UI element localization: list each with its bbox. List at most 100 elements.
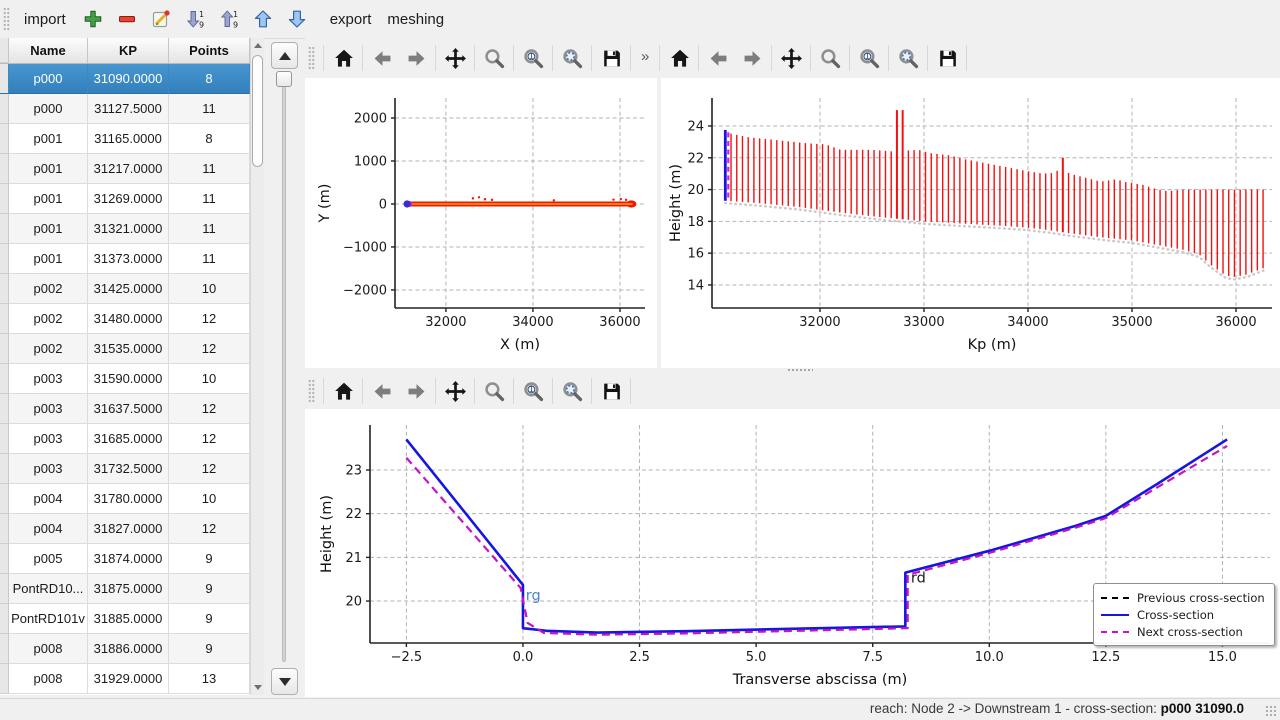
cell-name[interactable]: p001 xyxy=(9,154,88,184)
meshing-button[interactable]: meshing xyxy=(379,6,452,33)
table-row[interactable]: p00431827.000012 xyxy=(0,514,250,544)
zoom-button[interactable] xyxy=(477,43,511,73)
back-button[interactable] xyxy=(365,43,399,73)
cell-points[interactable]: 12 xyxy=(169,304,250,334)
cell-kp[interactable]: 31875.0000 xyxy=(88,574,169,604)
cell-kp[interactable]: 31373.0000 xyxy=(88,244,169,274)
remove-cross-section-button[interactable] xyxy=(112,4,142,34)
cell-name[interactable]: p000 xyxy=(9,64,88,94)
cell-kp[interactable]: 31874.0000 xyxy=(88,544,169,574)
cell-name[interactable]: p001 xyxy=(9,124,88,154)
row-header[interactable] xyxy=(0,514,9,544)
column-header-name[interactable]: Name xyxy=(9,38,88,63)
row-header[interactable] xyxy=(0,304,9,334)
cell-name[interactable]: p008 xyxy=(9,664,88,694)
row-header[interactable] xyxy=(0,184,9,214)
row-header[interactable] xyxy=(0,214,9,244)
save-button[interactable] xyxy=(594,376,628,406)
cell-name[interactable]: p002 xyxy=(9,304,88,334)
column-header-points[interactable]: Points xyxy=(169,38,250,63)
cell-name[interactable]: p004 xyxy=(9,484,88,514)
cell-kp[interactable]: 31732.5000 xyxy=(88,454,169,484)
export-button[interactable]: export xyxy=(322,6,380,33)
cross-section-plot[interactable]: −2.50.02.55.07.510.012.515.020212223Tran… xyxy=(305,409,1280,697)
zoom-rect-button[interactable] xyxy=(891,43,925,73)
splitter-handle[interactable] xyxy=(787,368,813,372)
forward-button[interactable] xyxy=(735,43,769,73)
zoom-original-button[interactable]: 1 xyxy=(516,376,550,406)
cell-points[interactable]: 13 xyxy=(169,664,250,694)
row-header[interactable] xyxy=(0,244,9,274)
table-row[interactable]: p00331637.500012 xyxy=(0,394,250,424)
cell-points[interactable]: 11 xyxy=(169,154,250,184)
row-header[interactable] xyxy=(0,484,9,514)
toolbar-grip[interactable] xyxy=(308,379,315,403)
forward-button[interactable] xyxy=(399,376,433,406)
table-row[interactable]: p00531874.00009 xyxy=(0,544,250,574)
table-row[interactable]: p00131321.000011 xyxy=(0,214,250,244)
cell-points[interactable]: 9 xyxy=(169,604,250,634)
table-row[interactable]: p00331685.000012 xyxy=(0,424,250,454)
next-section-button[interactable] xyxy=(271,668,298,695)
toolbar-grip[interactable] xyxy=(308,46,315,70)
cell-name[interactable]: p001 xyxy=(9,184,88,214)
move-down-button[interactable] xyxy=(282,4,312,34)
cell-name[interactable]: p002 xyxy=(9,334,88,364)
cell-points[interactable]: 12 xyxy=(169,514,250,544)
cell-points[interactable]: 10 xyxy=(169,274,250,304)
longitudinal-profile-plot[interactable]: 3200033000340003500036000141618202224Kp … xyxy=(661,78,1280,368)
table-row[interactable]: p00231425.000010 xyxy=(0,274,250,304)
cell-name[interactable]: p008 xyxy=(9,634,88,664)
cell-kp[interactable]: 31780.0000 xyxy=(88,484,169,514)
cell-kp[interactable]: 31885.0000 xyxy=(88,604,169,634)
table-row[interactable]: p00131373.000011 xyxy=(0,244,250,274)
edit-cross-section-button[interactable] xyxy=(146,4,176,34)
cell-points[interactable]: 12 xyxy=(169,394,250,424)
toolbar-grip[interactable] xyxy=(3,7,10,31)
cell-points[interactable]: 10 xyxy=(169,484,250,514)
table-row[interactable]: p00131269.000011 xyxy=(0,184,250,214)
cell-kp[interactable]: 31637.5000 xyxy=(88,394,169,424)
cell-points[interactable]: 9 xyxy=(169,544,250,574)
table-row[interactable]: PontRD101v31885.00009 xyxy=(0,604,250,634)
cell-kp[interactable]: 31269.0000 xyxy=(88,184,169,214)
home-button[interactable] xyxy=(662,43,696,73)
cell-points[interactable]: 12 xyxy=(169,334,250,364)
table-scrollbar[interactable] xyxy=(250,38,264,695)
scroll-down-button[interactable] xyxy=(251,680,265,695)
section-slider-track[interactable] xyxy=(282,74,286,662)
cell-name[interactable]: p003 xyxy=(9,394,88,424)
save-button[interactable] xyxy=(930,43,964,73)
cell-kp[interactable]: 31127.5000 xyxy=(88,94,169,124)
cell-points[interactable]: 9 xyxy=(169,634,250,664)
cell-name[interactable]: p003 xyxy=(9,454,88,484)
row-header[interactable] xyxy=(0,154,9,184)
cell-name[interactable]: PontRD10... xyxy=(9,574,88,604)
cell-name[interactable]: PontRD101v xyxy=(9,604,88,634)
resize-grip[interactable] xyxy=(1265,705,1277,717)
pan-button[interactable] xyxy=(438,376,472,406)
table-row[interactable]: p00831929.000013 xyxy=(0,664,250,694)
cell-name[interactable]: p005 xyxy=(9,544,88,574)
sort-descending-button[interactable]: 1 9 xyxy=(180,4,210,34)
cell-kp[interactable]: 31090.0000 xyxy=(88,64,169,94)
row-header[interactable] xyxy=(0,634,9,664)
row-header[interactable] xyxy=(0,574,9,604)
zoom-rect-button[interactable] xyxy=(555,43,589,73)
row-header[interactable] xyxy=(0,64,9,94)
cell-points[interactable]: 11 xyxy=(169,184,250,214)
cell-points[interactable]: 10 xyxy=(169,364,250,394)
table-row[interactable]: p00331732.500012 xyxy=(0,454,250,484)
row-header[interactable] xyxy=(0,94,9,124)
cell-kp[interactable]: 31590.0000 xyxy=(88,364,169,394)
table-row[interactable]: p00131165.00008 xyxy=(0,124,250,154)
section-slider-handle[interactable] xyxy=(276,71,292,87)
table-row[interactable]: PontRD10...31875.00009 xyxy=(0,574,250,604)
cell-kp[interactable]: 31217.0000 xyxy=(88,154,169,184)
pan-button[interactable] xyxy=(438,43,472,73)
cell-kp[interactable]: 31685.0000 xyxy=(88,424,169,454)
cell-points[interactable]: 12 xyxy=(169,454,250,484)
cell-points[interactable]: 12 xyxy=(169,424,250,454)
back-button[interactable] xyxy=(701,43,735,73)
table-row[interactable]: p00231480.000012 xyxy=(0,304,250,334)
